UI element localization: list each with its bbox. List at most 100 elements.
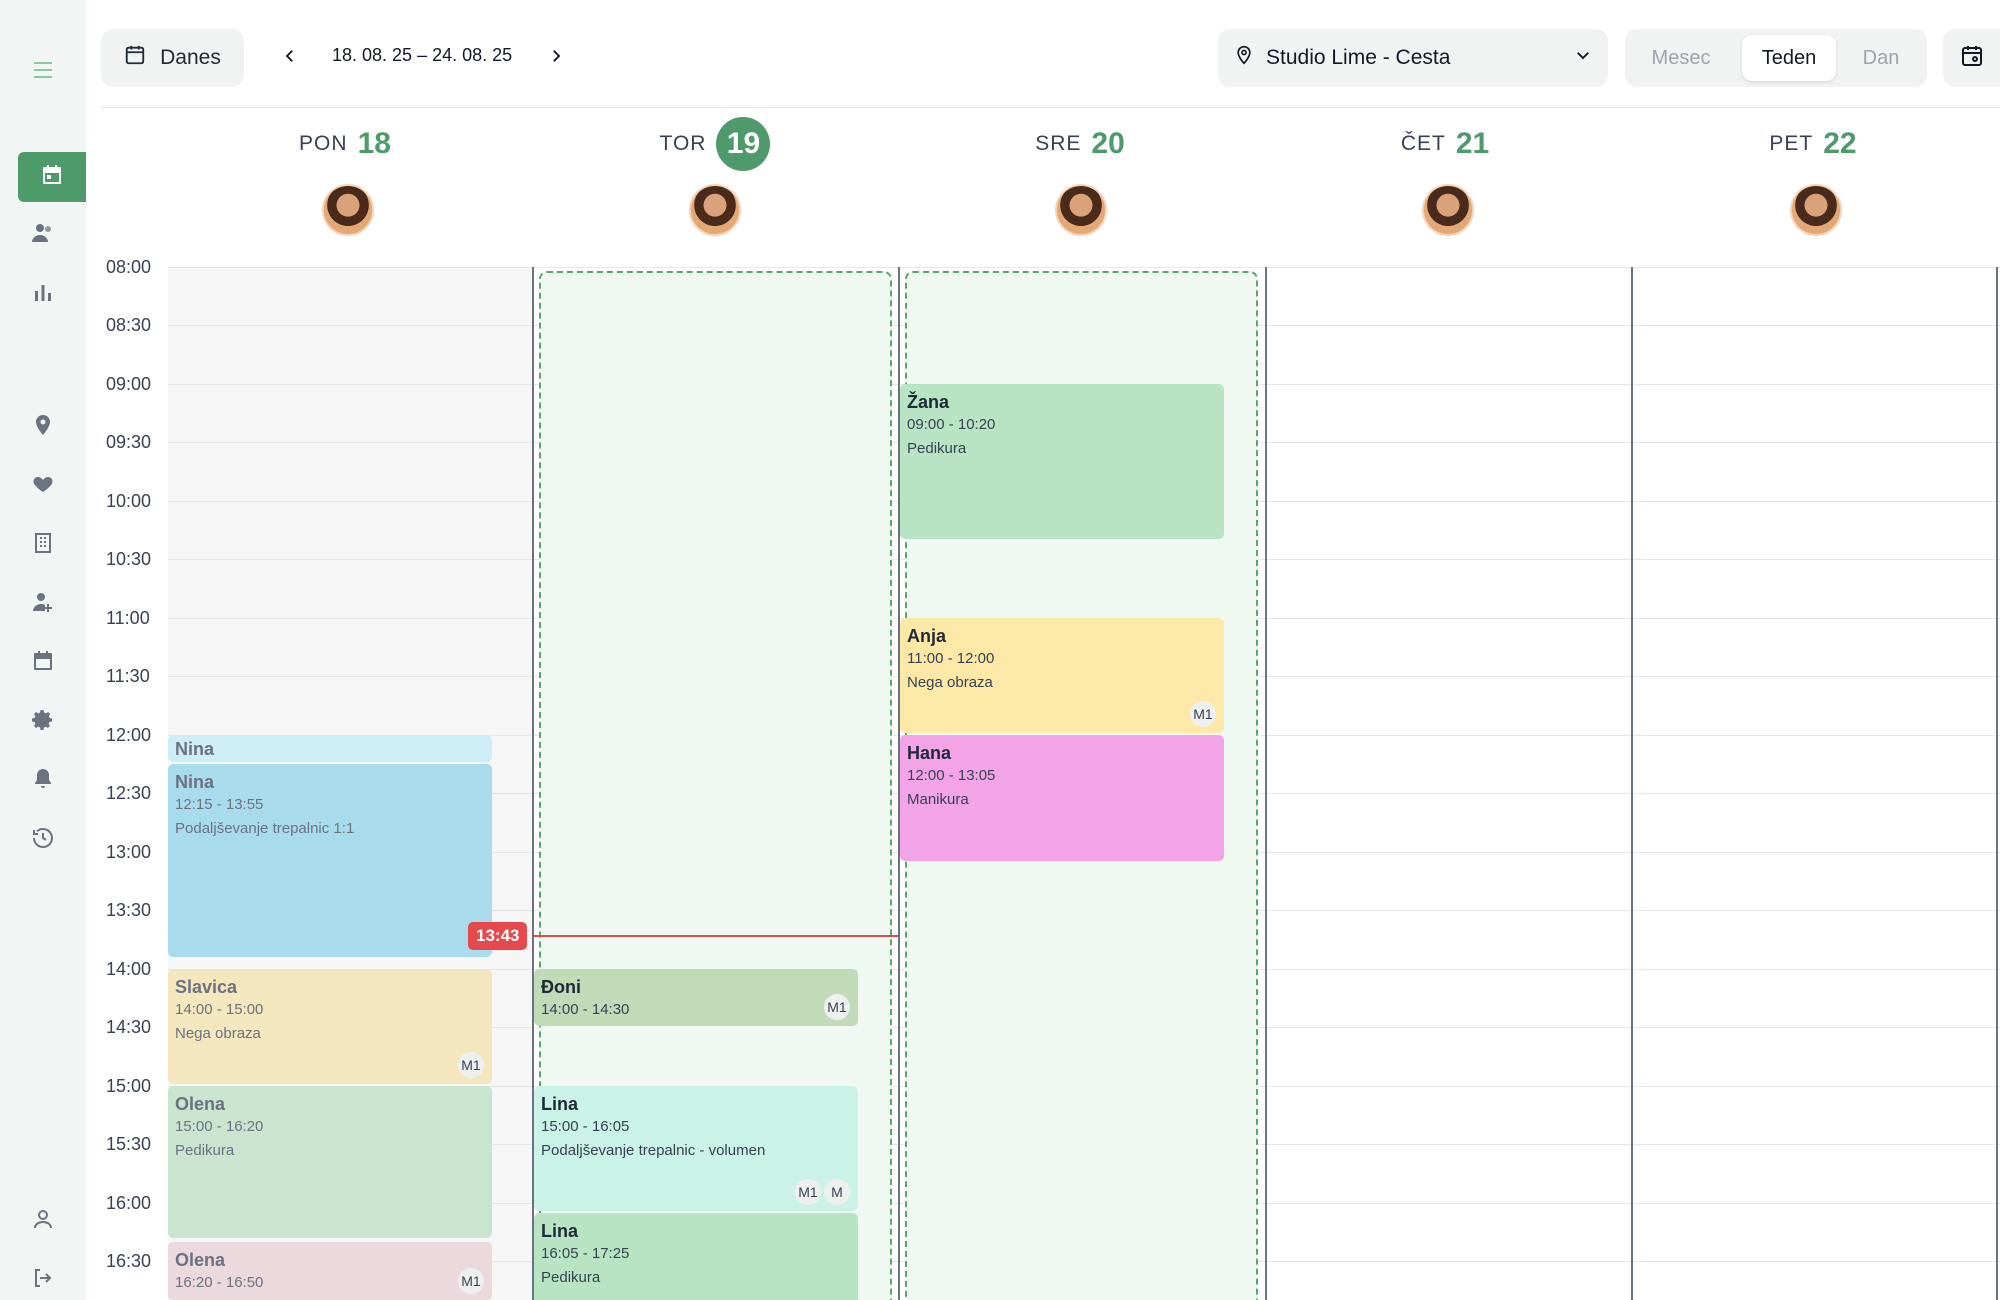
time-label: 12:00 xyxy=(106,725,152,745)
appointment-olena-2[interactable]: Olena 16:20 - 16:50 M1 xyxy=(168,1242,492,1300)
event-client: Hana xyxy=(907,743,952,763)
event-time: 09:00 - 10:20 xyxy=(907,416,996,433)
view-month-tab[interactable]: Mesec xyxy=(1635,35,1727,81)
appointment-lina-2[interactable]: Lina 16:05 - 17:25 Pedikura xyxy=(534,1213,858,1300)
chevron-right-icon xyxy=(547,47,565,70)
sidebar-item-company[interactable] xyxy=(18,520,68,570)
today-label: Danes xyxy=(160,46,221,69)
staff-badge: M1 xyxy=(1190,701,1216,727)
event-client: Olena xyxy=(175,1250,226,1270)
event-time: 15:00 - 16:20 xyxy=(175,1118,264,1135)
view-week-tab[interactable]: Teden xyxy=(1742,35,1836,81)
calendar-event-icon xyxy=(31,649,55,678)
event-time: 16:20 - 16:50 xyxy=(175,1274,264,1291)
appointment-anja[interactable]: Anja 11:00 - 12:00 Nega obraza M1 xyxy=(900,618,1224,733)
grid-line xyxy=(168,267,2000,268)
user-add-icon xyxy=(31,590,55,619)
time-label: 12:30 xyxy=(106,783,152,803)
appointment-doni[interactable]: Đoni 14:00 - 14:30 M1 xyxy=(534,969,858,1026)
event-time: 11:00 - 12:00 xyxy=(907,650,995,667)
time-label: 16:30 xyxy=(106,1251,152,1271)
event-client: Slavica xyxy=(175,977,238,997)
event-client: Đoni xyxy=(541,977,581,997)
event-service: Nega obraza xyxy=(907,674,993,691)
staff-avatar[interactable] xyxy=(322,184,374,236)
event-time: 15:00 - 16:05 xyxy=(541,1118,630,1135)
event-time: 12:15 - 13:55 xyxy=(175,796,264,813)
time-label: 13:30 xyxy=(106,900,152,920)
menu-icon[interactable] xyxy=(18,45,68,95)
sidebar xyxy=(0,0,86,1300)
appointment-slavica[interactable]: Slavica 14:00 - 15:00 Nega obraza M1 xyxy=(168,969,492,1084)
date-picker-button[interactable] xyxy=(1943,29,2000,87)
appointment-nina-label[interactable]: Nina xyxy=(168,735,492,762)
appointment-lina[interactable]: Lina 15:00 - 16:05 Podaljševanje trepaln… xyxy=(534,1086,858,1211)
sidebar-item-reports[interactable] xyxy=(18,269,68,319)
appointment-olena[interactable]: Olena 15:00 - 16:20 Pedikura xyxy=(168,1086,492,1238)
day-header-mon[interactable]: PON 18 xyxy=(260,115,430,173)
heart-hand-icon xyxy=(31,472,55,501)
sidebar-item-logout[interactable] xyxy=(18,1255,68,1300)
day-name: PET xyxy=(1769,132,1814,155)
bell-icon xyxy=(31,767,55,796)
location-select[interactable]: Studio Lime - Cesta xyxy=(1218,29,1608,87)
day-name: TOR xyxy=(659,132,707,155)
view-switcher: Mesec Teden Dan xyxy=(1625,29,1927,87)
event-service: Pedikura xyxy=(541,1269,601,1286)
settings-icon xyxy=(31,708,55,737)
sidebar-item-settings[interactable] xyxy=(18,697,68,747)
event-client: Žana xyxy=(907,392,950,412)
sidebar-item-history[interactable] xyxy=(18,815,68,865)
event-client: Nina xyxy=(175,739,215,759)
day-name: SRE xyxy=(1035,132,1082,155)
time-label: 10:30 xyxy=(106,549,152,569)
day-header-tue[interactable]: TOR 19 xyxy=(630,115,800,173)
event-service: Podaljševanje trepalnic 1:1 xyxy=(175,820,355,837)
view-day-tab[interactable]: Dan xyxy=(1844,35,1918,81)
today-button[interactable]: Danes xyxy=(101,29,244,87)
event-badges: M1 M xyxy=(795,1179,850,1205)
sidebar-item-profile[interactable] xyxy=(18,1196,68,1246)
staff-avatar[interactable] xyxy=(1790,184,1842,236)
staff-avatar[interactable] xyxy=(689,184,741,236)
staff-badge: M1 xyxy=(458,1052,484,1078)
location-icon xyxy=(31,413,55,442)
event-time: 14:00 - 15:00 xyxy=(175,1001,264,1018)
time-label: 13:00 xyxy=(106,842,152,862)
day-number: 18 xyxy=(357,127,391,160)
next-week-button[interactable] xyxy=(541,40,571,76)
day-number: 21 xyxy=(1455,127,1490,160)
location-value: Studio Lime - Cesta xyxy=(1266,46,1451,69)
chevron-left-icon xyxy=(281,47,299,70)
sidebar-item-locations[interactable] xyxy=(18,402,68,452)
event-time: 12:00 - 13:05 xyxy=(907,767,996,784)
event-badges: M1 xyxy=(1190,701,1216,727)
time-label: 11:00 xyxy=(106,608,150,628)
location-pin-icon xyxy=(1234,44,1254,72)
sidebar-item-calendar[interactable] xyxy=(18,152,86,202)
appointment-nina[interactable]: Nina 12:15 - 13:55 Podaljševanje trepaln… xyxy=(168,764,492,957)
calendar-icon xyxy=(40,163,64,192)
staff-avatar[interactable] xyxy=(1055,184,1107,236)
sidebar-item-bookings[interactable] xyxy=(18,638,68,688)
event-time: 16:05 - 17:25 xyxy=(541,1245,630,1262)
day-header-wed[interactable]: SRE 20 xyxy=(995,115,1165,173)
sidebar-item-notifications[interactable] xyxy=(18,756,68,806)
previous-week-button[interactable] xyxy=(275,40,305,76)
sidebar-item-staff[interactable] xyxy=(18,579,68,629)
sidebar-item-clients[interactable] xyxy=(18,210,68,260)
day-header-thu[interactable]: ČET 21 xyxy=(1360,115,1530,173)
sidebar-item-services[interactable] xyxy=(18,461,68,511)
toolbar-divider xyxy=(101,107,2000,108)
day-header-fri[interactable]: PET 22 xyxy=(1728,115,1898,173)
appointment-hana[interactable]: Hana 12:00 - 13:05 Manikura xyxy=(900,735,1224,861)
event-service: Nega obraza xyxy=(175,1025,261,1042)
event-service: Podaljševanje trepalnic - volumen xyxy=(541,1142,766,1159)
event-badges: M1 xyxy=(458,1268,484,1294)
event-time: 14:00 - 14:30 xyxy=(541,1001,630,1018)
day-number: 22 xyxy=(1823,127,1857,160)
appointment-zana[interactable]: Žana 09:00 - 10:20 Pedikura xyxy=(900,384,1224,539)
time-label: 15:00 xyxy=(106,1076,152,1096)
staff-avatar[interactable] xyxy=(1422,184,1474,236)
event-service: Pedikura xyxy=(907,440,967,457)
